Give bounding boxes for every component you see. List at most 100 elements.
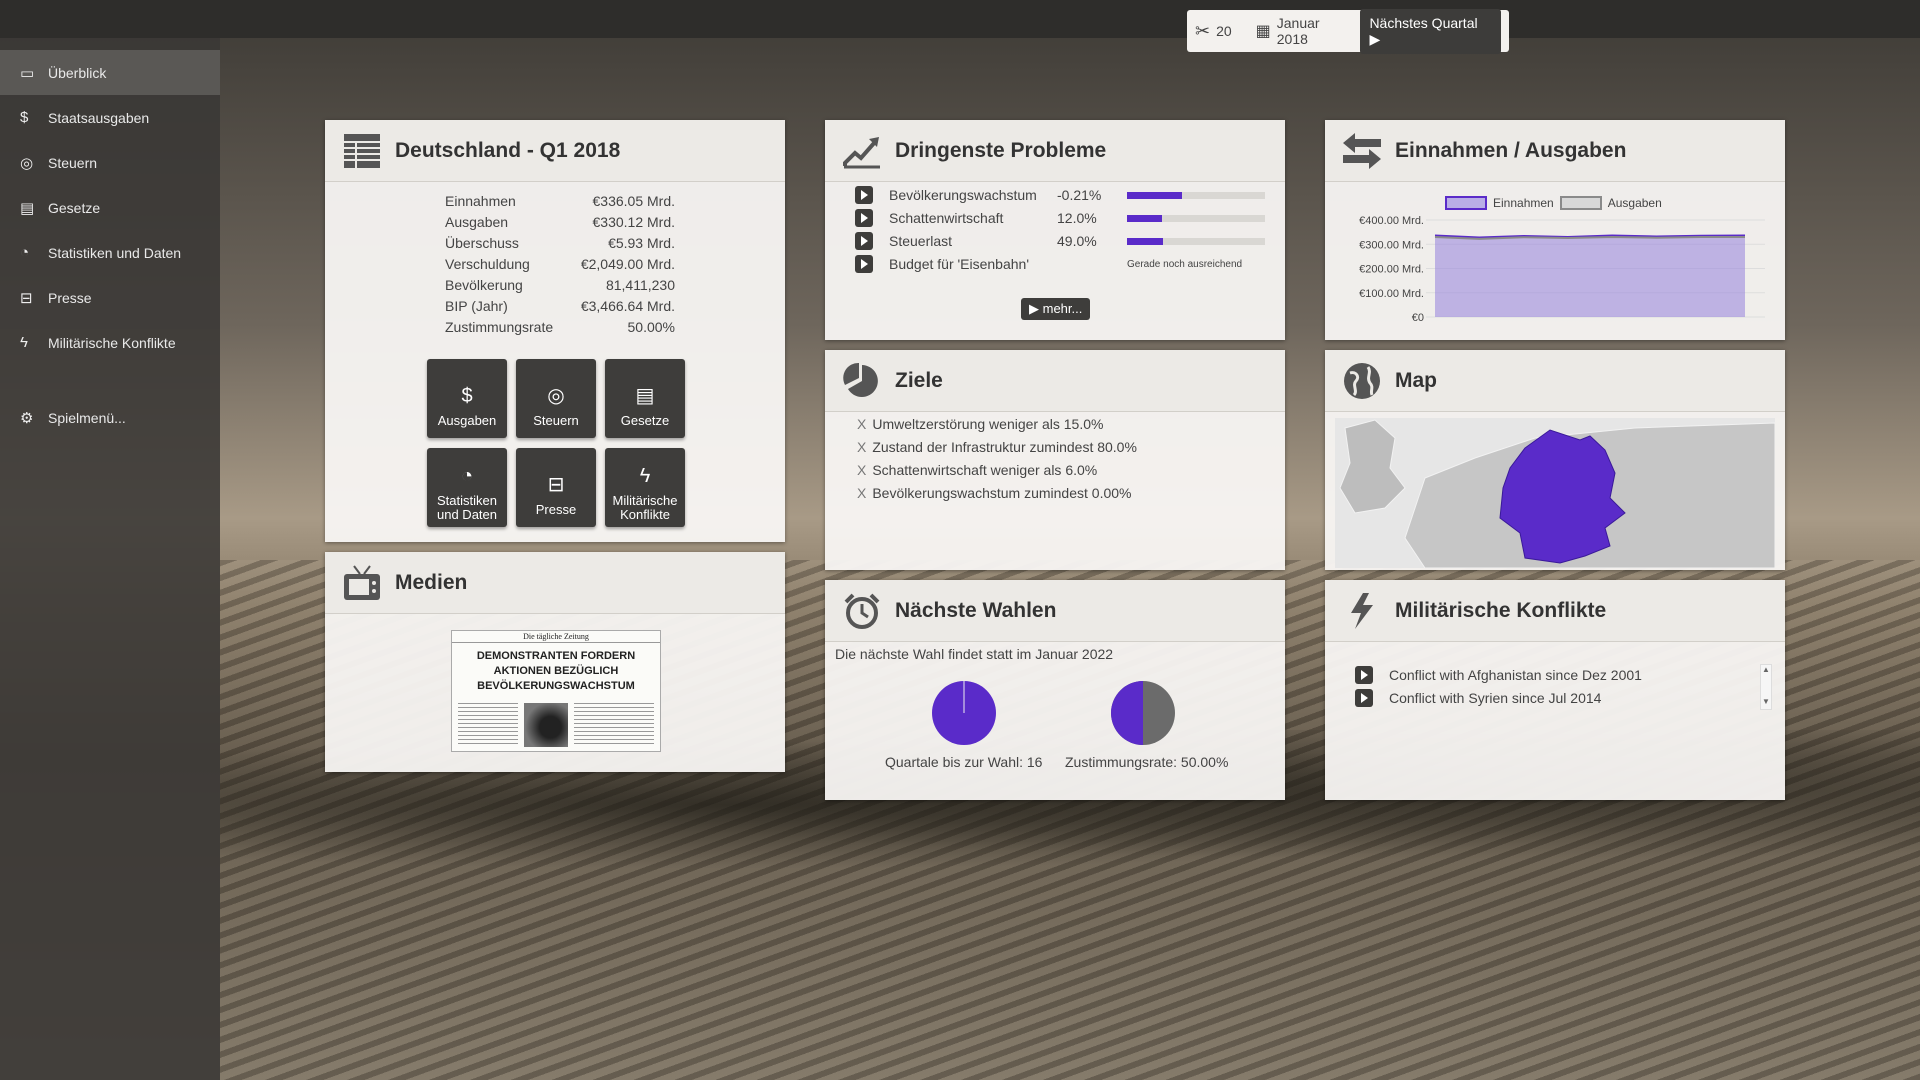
play-icon[interactable] [855, 255, 873, 273]
problem-bar-fill [1127, 237, 1163, 245]
stat-label: Zustimmungsrate [445, 318, 554, 335]
panel-title: Dringenste Probleme [895, 138, 1107, 162]
tile-press-button[interactable]: ⊟ Presse [516, 448, 596, 527]
problems-panel: Dringenste Probleme Bevölkerungswachstum… [825, 120, 1285, 340]
problem-row[interactable]: Budget für 'Eisenbahn' Gerade noch ausre… [855, 255, 1242, 273]
stat-value: €3,466.64 Mrd. [580, 297, 675, 314]
problem-row[interactable]: Steuerlast 49.0% [855, 232, 1265, 250]
legend-swatch-income [1445, 196, 1487, 210]
coin-icon: ◎ [547, 385, 565, 407]
problem-bar [1127, 214, 1265, 222]
goal-text: Umweltzerstörung weniger als 15.0% [872, 416, 1104, 432]
sidebar-item-press[interactable]: ⊟ Presse [0, 275, 220, 320]
conflicts-scrollbar[interactable]: ▲ ▼ [1760, 664, 1772, 710]
lightning-icon: ϟ [20, 334, 28, 351]
scroll-down-arrow[interactable]: ▼ [1761, 697, 1771, 707]
more-button[interactable]: ▶ mehr... [1021, 298, 1091, 320]
legend-swatch-expenses [1559, 196, 1602, 210]
media-panel: Medien Die tägliche Zeitung DEMONSTRANTE… [325, 552, 785, 772]
tile-taxes-button[interactable]: ◎ Steuern [516, 359, 596, 438]
tile-label: Ausgaben [437, 413, 497, 428]
top-bar [0, 0, 1920, 38]
tile-conflicts-button[interactable]: ϟ Militärische Konflikte [605, 448, 685, 527]
next-quarter-label: Nächstes Quartal [1369, 14, 1478, 31]
stat-label: Bevölkerung [445, 276, 523, 293]
panel-title: Ziele [895, 368, 943, 392]
tile-label: Presse [535, 502, 577, 517]
more-label: mehr... [1042, 301, 1083, 316]
problem-label: Schattenwirtschaft [889, 210, 1004, 226]
tile-statistics-button[interactable]: ◔ Statistiken und Daten [427, 448, 507, 527]
coin-icon: ◎ [20, 154, 34, 172]
problem-bar [1127, 191, 1265, 199]
media-panel-header: Medien [325, 552, 785, 614]
stat-label: Ausgaben [445, 213, 509, 230]
sidebar-item-laws[interactable]: ▤ Gesetze [0, 185, 220, 230]
panel-title: Einnahmen / Ausgaben [1395, 138, 1627, 162]
sidebar-item-statistics[interactable]: ◔ Statistiken und Daten [0, 230, 220, 275]
play-icon[interactable] [855, 186, 873, 204]
tile-label: Steuern [533, 413, 579, 428]
sidebar-item-spending[interactable]: $ Staatsausgaben [0, 95, 220, 140]
stat-label: BIP (Jahr) [445, 297, 508, 314]
lightning-icon: ϟ [639, 465, 651, 487]
play-icon[interactable] [1355, 666, 1373, 684]
gear-icon: ⚙ [20, 409, 34, 427]
stat-row: Einnahmen €336.05 Mrd. [445, 190, 675, 211]
sidebar-item-label: Spielmenü... [48, 409, 126, 426]
play-icon[interactable] [855, 209, 873, 227]
tile-spending-button[interactable]: $ Ausgaben [427, 359, 507, 438]
finance-panel-header: Einnahmen / Ausgaben [1325, 120, 1785, 182]
play-icon[interactable] [855, 232, 873, 250]
tile-laws-button[interactable]: ▤ Gesetze [605, 359, 685, 438]
chart-legend: Einnahmen Ausgaben [1445, 196, 1662, 210]
sidebar-item-conflicts[interactable]: ϟ Militärische Konflikte [0, 320, 220, 365]
sidebar-item-label: Gesetze [48, 199, 101, 216]
monitor-icon: ▭ [20, 64, 35, 82]
book-icon: ▤ [20, 199, 35, 217]
scroll-up-arrow[interactable]: ▲ [1761, 665, 1771, 675]
stat-row: BIP (Jahr) €3,466.64 Mrd. [445, 295, 675, 316]
stat-label: Einnahmen [445, 192, 516, 209]
y-tick-label: €300.00 Mrd. [1359, 239, 1424, 251]
conflict-item[interactable]: Conflict with Afghanistan since Dez 2001 [1355, 666, 1642, 684]
alarm-clock-icon [841, 590, 883, 632]
stat-row: Bevölkerung 81,411,230 [445, 274, 675, 295]
problem-row[interactable]: Bevölkerungswachstum -0.21% [855, 186, 1265, 204]
headline-line: BEVÖLKERUNGSWACHSTUM [477, 680, 635, 692]
newspaper-icon: ⊟ [20, 289, 33, 307]
problem-bar [1127, 237, 1265, 245]
conflict-label: Conflict with Syrien since Jul 2014 [1389, 690, 1602, 706]
goal-text: Zustand der Infrastruktur zumindest 80.0… [872, 439, 1137, 455]
sidebar-item-label: Staatsausgaben [48, 109, 150, 126]
sidebar-item-overview[interactable]: ▭ Überblick [0, 50, 220, 95]
panel-title: Medien [395, 570, 468, 594]
y-tick-label: €400.00 Mrd. [1359, 215, 1424, 227]
goal-item: X Schattenwirtschaft weniger als 6.0% [857, 462, 1097, 478]
legend-label: Ausgaben [1607, 196, 1662, 210]
pie-chart-icon [841, 360, 883, 402]
approval-label: Zustimmungsrate: 50.00% [1065, 754, 1229, 770]
sidebar-item-game-menu[interactable]: ⚙ Spielmenü... [0, 395, 220, 440]
goal-mark: X [857, 416, 867, 432]
stat-row: Ausgaben €330.12 Mrd. [445, 211, 675, 232]
panel-title: Militärische Konflikte [1395, 598, 1607, 622]
problem-row[interactable]: Schattenwirtschaft 12.0% [855, 209, 1265, 227]
tile-label: Gesetze [620, 413, 670, 428]
problem-label: Bevölkerungswachstum [889, 187, 1037, 203]
sidebar-item-taxes[interactable]: ◎ Steuern [0, 140, 220, 185]
problem-label: Budget für 'Eisenbahn' [889, 256, 1029, 272]
country-stats: Einnahmen €336.05 Mrd. Ausgaben €330.12 Mr… [445, 190, 675, 337]
conflict-item[interactable]: Conflict with Syrien since Jul 2014 [1355, 689, 1601, 707]
elections-panel-header: Nächste Wahlen [825, 580, 1285, 642]
next-quarter-button[interactable]: Nächstes Quartal ▶ [1360, 8, 1501, 54]
newspaper-thumbnail[interactable]: Die tägliche Zeitung DEMONSTRANTEN FORDE… [451, 630, 661, 752]
headline-line: DEMONSTRANTEN FORDERN [476, 650, 636, 662]
play-icon[interactable] [1355, 689, 1373, 707]
sidebar-item-label: Presse [48, 289, 92, 306]
map-view[interactable] [1335, 418, 1775, 568]
goal-text: Bevölkerungswachstum zumindest 0.00% [872, 485, 1132, 501]
status-box: ✂ 20 ▦ Januar 2018 Nächstes Quartal ▶ [1187, 8, 1509, 54]
finance-chart: €400.00 Mrd. €300.00 Mrd. €200.00 Mrd. €100… [1359, 215, 1765, 324]
conflicts-panel: Militärische Konflikte Conflict with Afg… [1325, 580, 1785, 800]
